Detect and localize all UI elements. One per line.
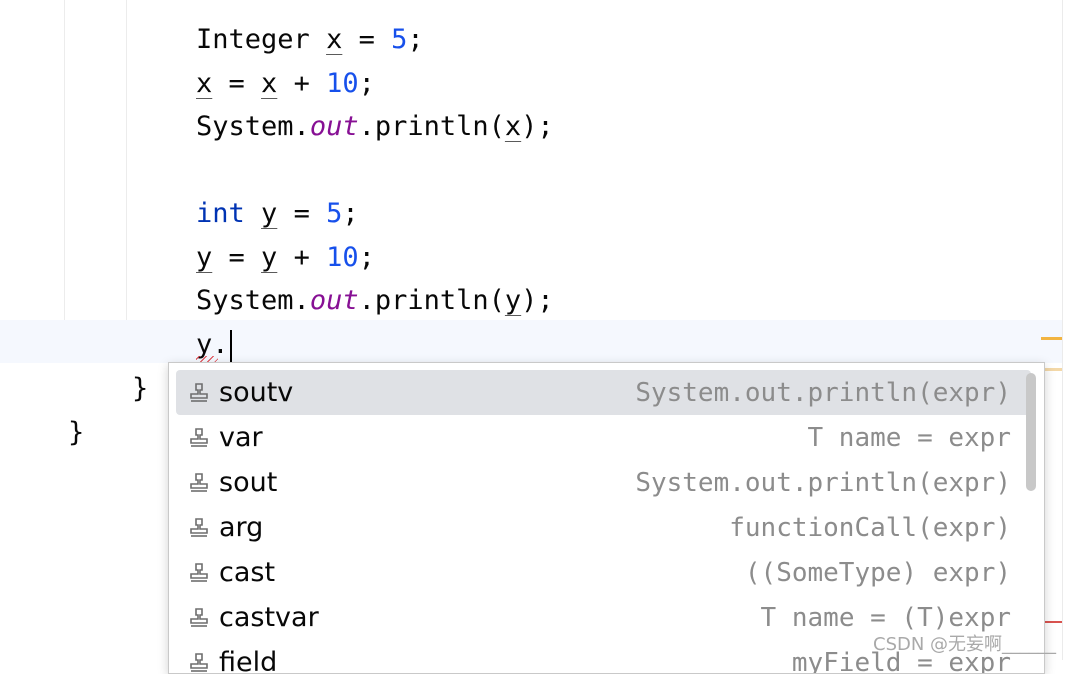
code-line-6[interactable]: System.out.println(y); (196, 279, 554, 322)
class-close-brace: } (68, 411, 84, 454)
code-line-2[interactable]: x = x + 10; (196, 62, 375, 105)
template-icon (188, 650, 210, 674)
completion-item[interactable]: arg functionCall(expr) (176, 505, 1031, 550)
editor-scrollbar[interactable] (1062, 0, 1082, 660)
template-icon (188, 515, 210, 541)
completion-item[interactable]: cast ((SomeType) expr) (176, 550, 1031, 595)
warning-stripe-mark[interactable] (1041, 337, 1062, 340)
text-caret (230, 330, 232, 362)
code-line-5[interactable]: y = y + 10; (196, 236, 375, 279)
completion-item[interactable]: soutv System.out.println(expr) (176, 370, 1031, 415)
current-line-highlight (0, 320, 1062, 363)
completion-item[interactable]: sout System.out.println(expr) (176, 460, 1031, 505)
code-line-3[interactable]: System.out.println(x); (196, 105, 554, 148)
template-icon (188, 560, 210, 586)
popup-scrollbar-thumb[interactable] (1026, 373, 1036, 491)
template-icon (188, 425, 210, 451)
indent-guide (126, 0, 127, 362)
method-close-brace: } (132, 367, 148, 410)
template-icon (188, 380, 210, 406)
completion-item[interactable]: var T name = expr (176, 415, 1031, 460)
code-line-1[interactable]: Integer x = 5; (196, 18, 424, 61)
template-icon (188, 605, 210, 631)
template-icon (188, 470, 210, 496)
watermark: CSDN @无妄啊______ (873, 630, 1056, 656)
indent-guide (64, 0, 65, 362)
code-line-4[interactable]: int y = 5; (196, 192, 359, 235)
completion-popup[interactable]: soutv System.out.println(expr) var T nam… (168, 362, 1045, 674)
